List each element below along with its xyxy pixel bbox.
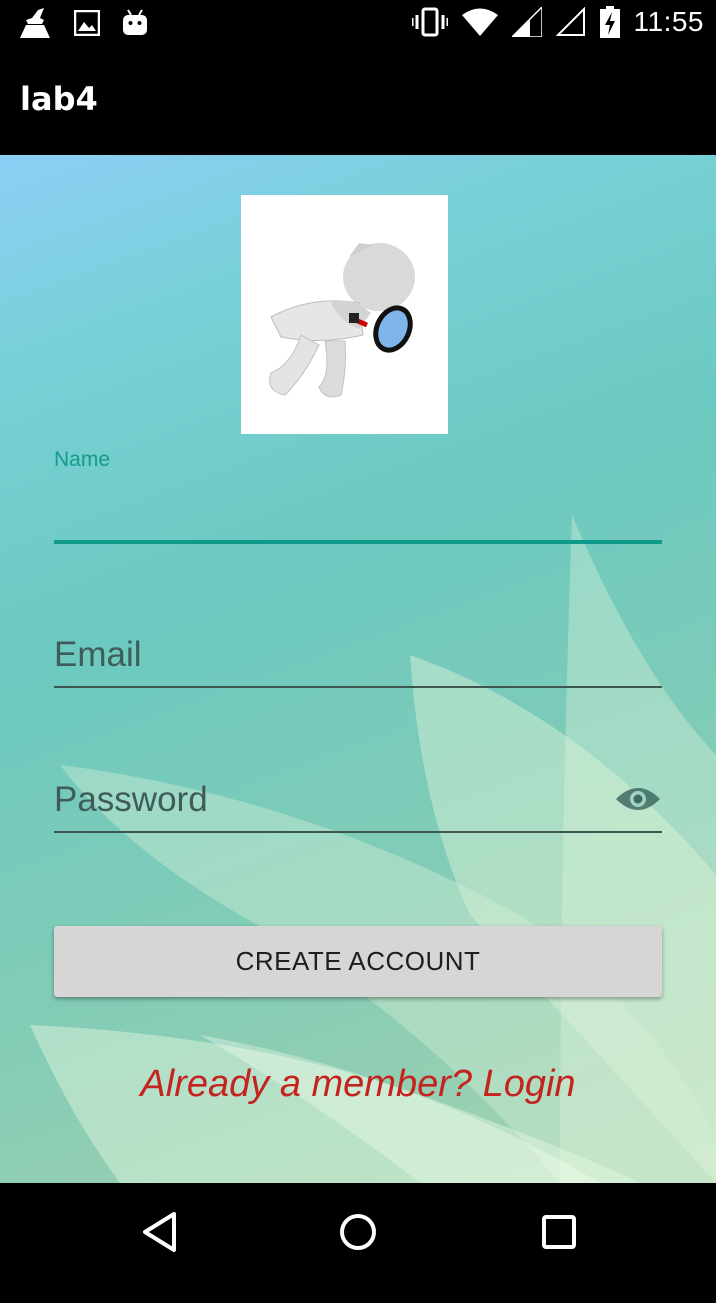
name-field-label: Name <box>54 448 111 471</box>
back-icon[interactable] <box>140 1211 180 1253</box>
login-link[interactable]: Already a member? Login <box>0 1063 716 1106</box>
vibrate-icon <box>411 7 448 37</box>
battery-charging-icon <box>599 6 620 38</box>
signal-empty-icon <box>555 7 585 36</box>
app-bar: lab4 <box>0 50 716 155</box>
home-icon[interactable] <box>338 1211 378 1253</box>
status-bar: 11:55 <box>0 0 716 50</box>
app-title: lab4 <box>20 80 98 118</box>
password-field-underline <box>54 831 662 833</box>
create-account-button[interactable]: CREATE ACCOUNT <box>54 926 662 997</box>
email-field-underline <box>54 686 662 688</box>
status-time: 11:55 <box>633 6 704 37</box>
wifi-icon <box>461 8 498 36</box>
status-left-icons <box>18 8 148 38</box>
register-screen: Name Email Password CREATE ACCOUNT Alrea… <box>0 155 716 1183</box>
eye-icon[interactable] <box>615 783 661 815</box>
image-icon <box>74 10 100 36</box>
android-icon <box>123 9 147 35</box>
email-field[interactable]: Email <box>54 635 142 675</box>
recents-icon[interactable] <box>540 1211 580 1253</box>
navigation-bar <box>0 1183 716 1303</box>
signal-icon <box>511 7 542 37</box>
detective-figure-icon <box>269 243 415 398</box>
password-field[interactable]: Password <box>54 780 208 820</box>
logo-image <box>241 195 448 434</box>
status-right-icons: 11:55 <box>411 6 705 38</box>
name-input[interactable] <box>54 485 666 537</box>
name-field-underline <box>54 540 662 544</box>
cleaner-icon <box>20 8 50 38</box>
